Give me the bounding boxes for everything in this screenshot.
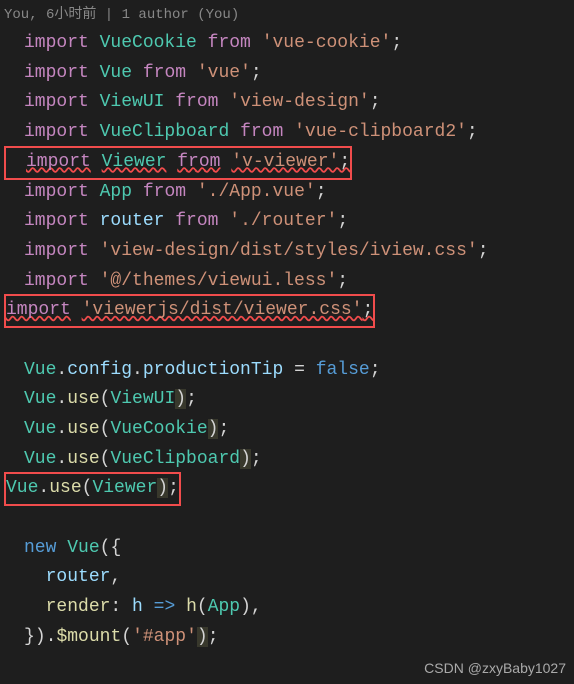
- code-line: import '@/themes/viewui.less';: [4, 267, 574, 297]
- code-line: [4, 326, 574, 356]
- code-line: import App from './App.vue';: [4, 178, 574, 208]
- code-editor[interactable]: You, 6小时前 | 1 author (You) import VueCoo…: [0, 0, 574, 653]
- code-block: import VueCookie from 'vue-cookie'; impo…: [0, 29, 574, 652]
- code-line: import VueClipboard from 'vue-clipboard2…: [4, 118, 574, 148]
- code-line: render: h => h(App),: [4, 593, 574, 623]
- code-line: import router from './router';: [4, 207, 574, 237]
- code-line: Vue.use(VueCookie);: [4, 415, 574, 445]
- code-line-highlighted: import Viewer from 'v-viewer';: [4, 148, 574, 178]
- code-line: router,: [4, 563, 574, 593]
- gitlens-annotation: You, 6小时前 | 1 author (You): [0, 0, 574, 29]
- code-line: Vue.config.productionTip = false;: [4, 356, 574, 386]
- code-line: import ViewUI from 'view-design';: [4, 88, 574, 118]
- code-line: import 'view-design/dist/styles/iview.cs…: [4, 237, 574, 267]
- code-line: Vue.use(VueClipboard);: [4, 445, 574, 475]
- code-line-highlighted: Vue.use(Viewer);: [4, 474, 574, 504]
- code-line-highlighted: import 'viewerjs/dist/viewer.css';: [4, 296, 574, 326]
- code-line: [4, 504, 574, 534]
- code-line: }).$mount('#app');: [4, 623, 574, 653]
- watermark: CSDN @zxyBaby1027: [424, 657, 566, 680]
- code-line: import VueCookie from 'vue-cookie';: [4, 29, 574, 59]
- code-line: new Vue({: [4, 534, 574, 564]
- code-line: import Vue from 'vue';: [4, 59, 574, 89]
- code-line: Vue.use(ViewUI);: [4, 385, 574, 415]
